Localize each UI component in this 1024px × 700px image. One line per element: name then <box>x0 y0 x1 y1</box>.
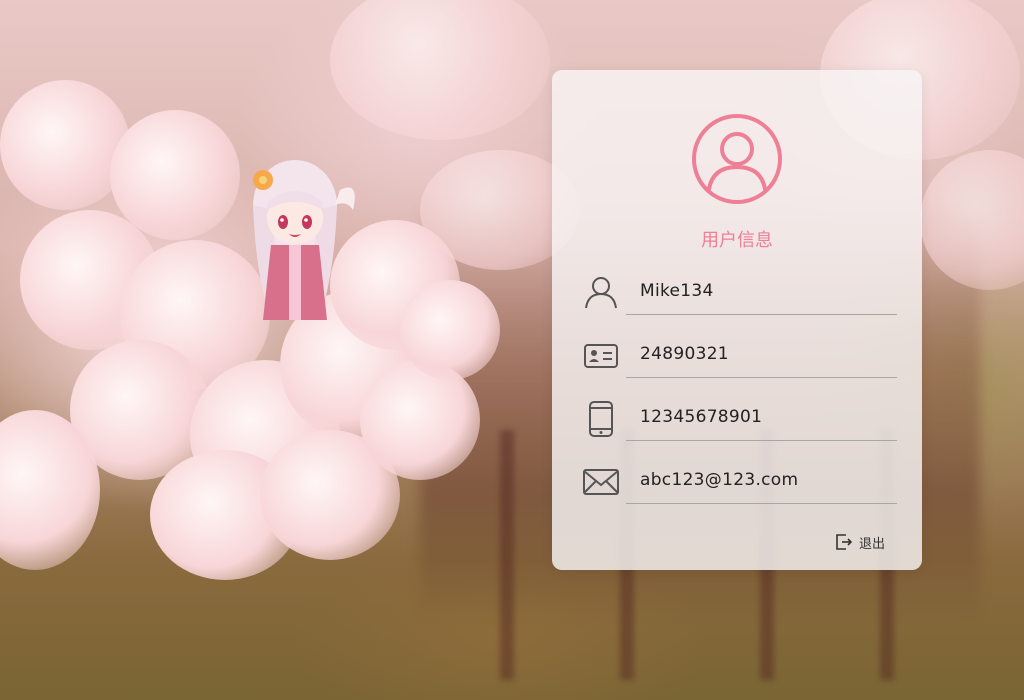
divider <box>626 503 897 504</box>
divider <box>626 314 897 315</box>
divider <box>626 440 897 441</box>
blossom-flower <box>110 110 240 240</box>
blossom-flower <box>400 280 500 380</box>
logout-icon <box>836 534 853 550</box>
username-row: Mike134 <box>582 268 897 318</box>
avatar-icon <box>692 114 782 204</box>
phone-icon <box>589 401 613 437</box>
id-number-row: 24890321 <box>582 331 897 381</box>
card-title: 用户信息 <box>701 230 773 251</box>
logout-label: 退出 <box>859 536 886 552</box>
divider <box>626 377 897 378</box>
user-icon <box>585 277 617 309</box>
pavilion-pillar <box>500 430 514 680</box>
email-value: abc123@123.com <box>640 470 799 490</box>
user-info-card: 用户信息 Mike134 24890321 12345678901 abc123… <box>552 70 922 570</box>
phone-row: 12345678901 <box>582 394 897 444</box>
chibi-character-illustration <box>253 160 355 320</box>
phone-value: 12345678901 <box>640 407 763 427</box>
id-card-icon <box>584 344 618 368</box>
mail-icon <box>583 469 619 495</box>
id-number-value: 24890321 <box>640 344 729 364</box>
email-row: abc123@123.com <box>582 457 897 507</box>
blossom-flower <box>0 80 130 210</box>
logout-button[interactable]: 退出 <box>835 532 885 552</box>
username-value: Mike134 <box>640 281 714 301</box>
